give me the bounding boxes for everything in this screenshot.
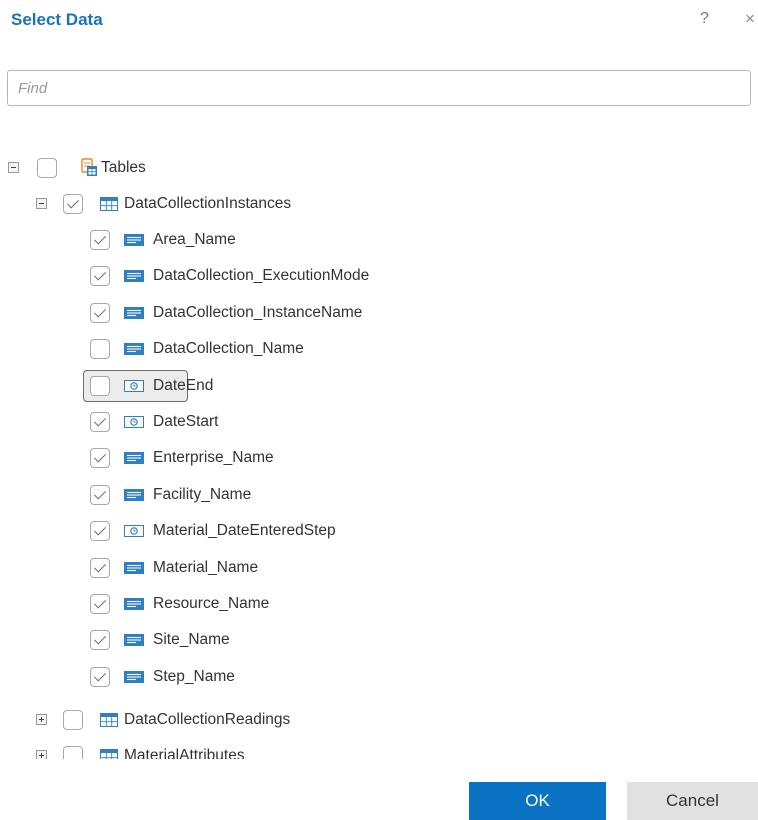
column-label[interactable]: Material_Name — [153, 559, 258, 577]
tree-node-datacollectionreadings: DataCollectionReadings — [0, 705, 758, 735]
column-row: Material_DateEnteredStep — [0, 516, 758, 546]
data-tree[interactable]: Tables DataCollectionInstances Area_Name… — [0, 145, 758, 759]
column-row: DataCollection_Name — [0, 334, 758, 364]
tree-node-label[interactable]: Tables — [101, 159, 146, 177]
text-column-icon — [124, 634, 144, 647]
text-column-icon — [124, 343, 144, 356]
tree-node-datacollectioninstances: DataCollectionInstances — [0, 189, 758, 219]
text-column-icon — [124, 452, 144, 465]
column-label[interactable]: Area_Name — [153, 231, 236, 249]
column-checkbox[interactable] — [90, 339, 110, 360]
text-column-icon — [124, 270, 144, 283]
column-label[interactable]: DateStart — [153, 413, 218, 431]
collapse-icon[interactable] — [8, 162, 19, 173]
column-label[interactable]: Step_Name — [153, 668, 235, 686]
datetime-column-icon — [124, 379, 144, 392]
column-row: Step_Name — [0, 662, 758, 692]
column-checkbox[interactable] — [90, 266, 110, 287]
table-checkbox[interactable] — [63, 194, 83, 214]
column-row: Area_Name — [0, 225, 758, 255]
column-label[interactable]: Site_Name — [153, 631, 230, 649]
column-checkbox[interactable] — [90, 230, 110, 250]
column-label[interactable]: DataCollection_InstanceName — [153, 304, 362, 322]
table-icon — [100, 749, 118, 759]
tree-node-label[interactable]: DataCollectionReadings — [124, 711, 290, 729]
collapse-icon[interactable] — [36, 198, 47, 209]
table-icon — [100, 197, 118, 211]
column-row: DateEnd — [0, 371, 758, 401]
column-checkbox[interactable] — [90, 630, 110, 651]
column-row: Site_Name — [0, 625, 758, 655]
column-row: Enterprise_Name — [0, 443, 758, 473]
column-label[interactable]: DataCollection_Name — [153, 340, 304, 358]
column-row: DataCollection_InstanceName — [0, 298, 758, 328]
ok-button[interactable]: OK — [469, 782, 606, 820]
column-row: Facility_Name — [0, 480, 758, 510]
column-checkbox[interactable] — [90, 521, 110, 542]
text-column-icon — [124, 234, 144, 246]
tree-node-materialattributes: MaterialAttributes — [0, 741, 758, 759]
column-checkbox[interactable] — [90, 375, 110, 396]
column-row: DataCollection_ExecutionMode — [0, 261, 758, 291]
column-checkbox[interactable] — [90, 557, 110, 578]
find-input[interactable] — [7, 70, 751, 106]
table-checkbox[interactable] — [63, 710, 83, 730]
table-icon — [100, 713, 118, 727]
column-row: Resource_Name — [0, 589, 758, 619]
column-checkbox[interactable] — [90, 666, 110, 687]
column-label[interactable]: Facility_Name — [153, 486, 251, 504]
text-column-icon — [124, 488, 144, 501]
text-column-icon — [124, 306, 144, 319]
tables-checkbox[interactable] — [37, 158, 57, 178]
tree-node-label[interactable]: MaterialAttributes — [124, 747, 245, 759]
column-row: DateStart — [0, 407, 758, 437]
column-label[interactable]: Material_DateEnteredStep — [153, 522, 336, 540]
expand-icon[interactable] — [36, 714, 47, 725]
column-checkbox[interactable] — [90, 302, 110, 323]
tree-node-tables: Tables — [0, 153, 758, 183]
column-checkbox[interactable] — [90, 484, 110, 505]
column-checkbox[interactable] — [90, 448, 110, 469]
text-column-icon — [124, 670, 144, 683]
column-label[interactable]: DataCollection_ExecutionMode — [153, 267, 369, 285]
column-checkbox[interactable] — [90, 412, 110, 432]
expand-icon[interactable] — [36, 750, 47, 759]
tables-icon — [81, 158, 97, 176]
help-icon[interactable]: ? — [700, 10, 709, 28]
table-checkbox[interactable] — [63, 746, 83, 759]
close-icon[interactable]: × — [745, 9, 755, 29]
text-column-icon — [124, 561, 144, 574]
text-column-icon — [124, 598, 144, 610]
column-label[interactable]: DateEnd — [153, 377, 213, 395]
tree-node-label[interactable]: DataCollectionInstances — [124, 195, 291, 213]
column-label[interactable]: Enterprise_Name — [153, 449, 274, 467]
column-row: Material_Name — [0, 553, 758, 583]
datetime-column-icon — [124, 525, 144, 538]
datetime-column-icon — [124, 416, 144, 428]
column-checkbox[interactable] — [90, 594, 110, 614]
column-label[interactable]: Resource_Name — [153, 595, 269, 613]
dialog-title: Select Data — [11, 10, 103, 29]
cancel-button[interactable]: Cancel — [627, 782, 758, 820]
